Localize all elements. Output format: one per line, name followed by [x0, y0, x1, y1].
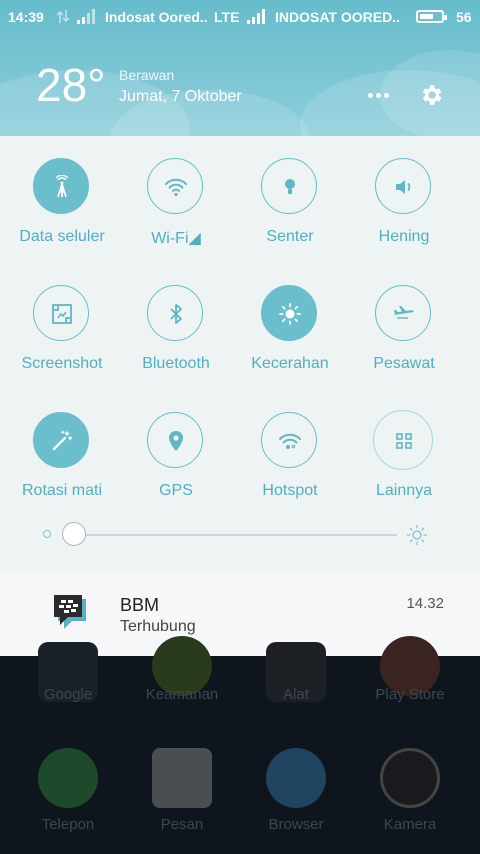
data-transfer-icon: [56, 10, 70, 23]
weather-date: Jumat, 7 Oktober: [119, 88, 242, 105]
more-options-icon[interactable]: [364, 85, 394, 105]
toggle-label: Lainnya: [375, 482, 433, 499]
toggle-rotation[interactable]: Rotasi mati: [5, 390, 119, 500]
toggle-label: Hening: [378, 228, 430, 245]
toggle-screenshot[interactable]: Screenshot: [5, 263, 119, 373]
toggle-label: Bluetooth: [142, 355, 210, 372]
network-type: LTE: [214, 9, 240, 25]
quick-settings-panel: Data seluler Wi-Fi◢ Senter Hening Screen…: [0, 136, 480, 656]
app-keamanan[interactable]: Keamanan: [127, 636, 237, 740]
phone-icon: [38, 748, 98, 808]
location-icon: [147, 412, 203, 468]
toggle-more[interactable]: Lainnya: [347, 390, 461, 500]
app-label: Alat: [283, 686, 309, 703]
airplane-icon: [375, 285, 431, 341]
toggle-airplane[interactable]: Pesawat: [347, 263, 461, 373]
app-label: Keamanan: [145, 686, 219, 703]
brightness-low-icon: [43, 530, 51, 538]
brightness-high-icon: [406, 524, 428, 546]
app-label: Pesan: [160, 816, 204, 833]
bbm-icon: [54, 595, 86, 629]
app-pesan[interactable]: Pesan: [127, 748, 237, 842]
toggle-label: Screenshot: [21, 355, 103, 372]
flashlight-icon: [261, 158, 317, 214]
app-google[interactable]: Google: [13, 642, 123, 740]
toggle-label: Wi-Fi◢: [151, 230, 201, 247]
notification-title: BBM: [120, 595, 160, 615]
app-browser[interactable]: Browser: [241, 748, 351, 842]
toggle-mobile-data[interactable]: Data seluler: [5, 136, 119, 246]
toggle-label: Senter: [266, 228, 314, 245]
app-telepon[interactable]: Telepon: [13, 748, 123, 842]
messages-icon: [152, 748, 212, 808]
weather-condition: Berawan: [119, 67, 175, 83]
notification-text: Terhubung: [120, 618, 196, 635]
status-bar: 14:39 Indosat Oored.. LTE INDOSAT OORED.…: [0, 0, 480, 34]
wifi-icon: [147, 158, 203, 214]
toggle-bluetooth[interactable]: Bluetooth: [119, 263, 233, 373]
app-kamera[interactable]: Kamera: [355, 748, 465, 842]
camera-icon: [380, 748, 440, 808]
speaker-icon: [375, 158, 431, 214]
browser-icon: [266, 748, 326, 808]
app-play-store[interactable]: Play Store: [355, 636, 465, 740]
toggle-silent[interactable]: Hening: [347, 136, 461, 246]
weather-temperature[interactable]: 28°: [36, 58, 106, 112]
app-label: Play Store: [375, 686, 445, 703]
toggle-hotspot[interactable]: Hotspot: [233, 390, 347, 500]
settings-gear-icon[interactable]: [418, 82, 444, 108]
signal-icon: [77, 9, 95, 24]
header: 14:39 Indosat Oored.. LTE INDOSAT OORED.…: [0, 0, 480, 136]
status-time: 14:39: [8, 9, 44, 25]
app-label: Telepon: [41, 816, 95, 833]
carrier-1: Indosat Oored..: [105, 9, 208, 25]
toggle-flashlight[interactable]: Senter: [233, 136, 347, 246]
slider-track[interactable]: [75, 534, 397, 536]
app-alat[interactable]: Alat: [241, 642, 351, 740]
toggle-label: Pesawat: [373, 355, 435, 372]
notification-time: 14.32: [406, 595, 444, 612]
toggle-label: GPS: [159, 482, 193, 499]
hotspot-icon: [261, 412, 317, 468]
bluetooth-icon: [147, 285, 203, 341]
carrier-2: INDOSAT OORED..: [275, 9, 400, 25]
toggle-label: Hotspot: [262, 482, 318, 499]
app-label: Browser: [268, 816, 324, 833]
app-label: Kamera: [383, 816, 437, 833]
app-label: Google: [43, 686, 93, 703]
battery-icon: [416, 10, 447, 23]
mobile-data-icon: [33, 158, 89, 214]
grid-icon: [373, 410, 433, 470]
rotation-icon: [33, 412, 89, 468]
home-screen-background: Google Keamanan Alat Play Store Telepon …: [0, 636, 480, 854]
signal-icon: [247, 9, 265, 24]
slider-knob[interactable]: [62, 522, 86, 546]
toggle-label: Kecerahan: [251, 355, 329, 372]
toggle-label: Rotasi mati: [21, 482, 103, 499]
brightness-icon: [261, 285, 317, 341]
toggle-label: Data seluler: [19, 228, 105, 245]
battery-level: 56: [456, 9, 472, 25]
screenshot-icon: [33, 285, 89, 341]
toggle-brightness[interactable]: Kecerahan: [233, 263, 347, 373]
brightness-slider[interactable]: [0, 520, 480, 550]
toggle-wifi[interactable]: Wi-Fi◢: [119, 136, 233, 247]
toggle-gps[interactable]: GPS: [119, 390, 233, 500]
